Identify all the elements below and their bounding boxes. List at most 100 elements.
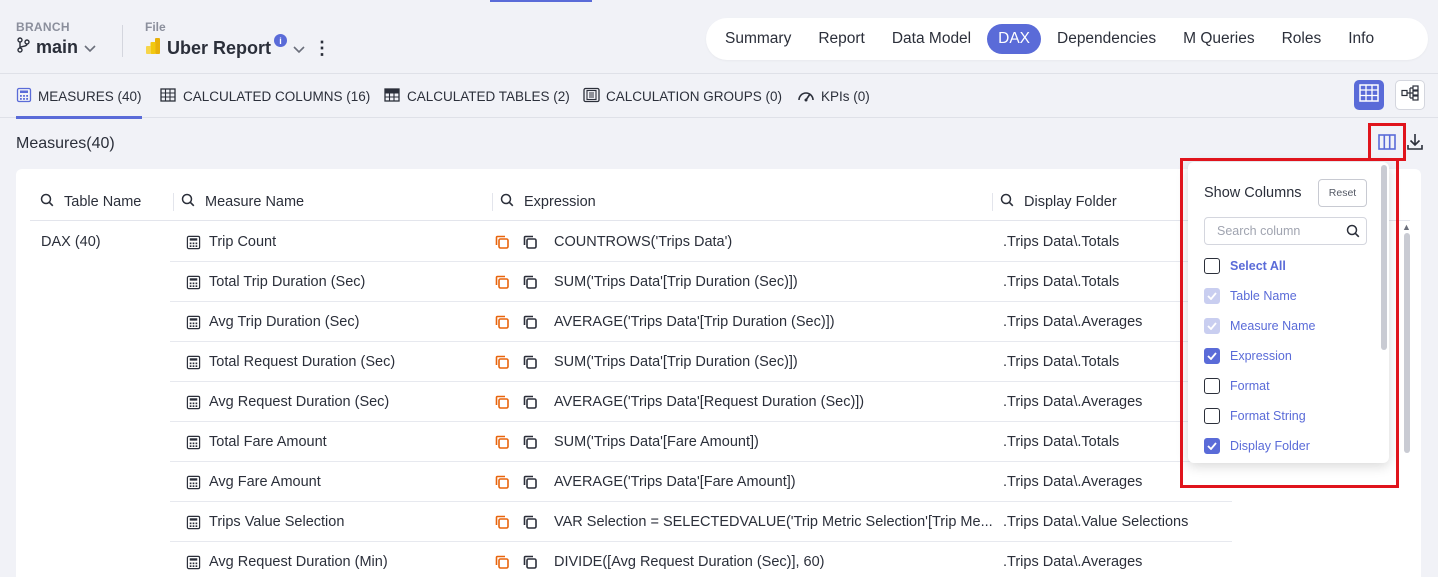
measure-name-cell: Total Request Duration (Sec) bbox=[186, 342, 395, 382]
search-icon[interactable] bbox=[1000, 193, 1014, 211]
nav-item-data-model[interactable]: Data Model bbox=[881, 24, 982, 54]
expression-cell: COUNTROWS('Trips Data') bbox=[554, 234, 733, 250]
tab-kpis[interactable]: KPIs (0) bbox=[797, 74, 870, 118]
dax-tabs-row: MEASURES (40) CALCULATED COLUMNS (16) CA… bbox=[0, 74, 1438, 119]
tree-view-button[interactable] bbox=[1395, 80, 1425, 110]
copy-icon[interactable] bbox=[520, 352, 540, 372]
expression-actions bbox=[492, 222, 540, 262]
measure-name-cell: Avg Request Duration (Min) bbox=[186, 542, 388, 577]
copy-formatted-icon[interactable] bbox=[492, 432, 512, 452]
copy-icon[interactable] bbox=[520, 392, 540, 412]
grid-view-button[interactable] bbox=[1354, 80, 1384, 110]
table-row[interactable]: Total Request Duration (Sec) SUM('Trips D… bbox=[170, 342, 1232, 382]
expression-cell: SUM('Trips Data'[Fare Amount]) bbox=[554, 434, 759, 450]
highlight-box-columns-button bbox=[1368, 123, 1406, 161]
copy-icon[interactable] bbox=[520, 552, 540, 572]
expression-actions bbox=[492, 542, 540, 577]
column-divider bbox=[992, 193, 993, 211]
nav-item-info[interactable]: Info bbox=[1337, 24, 1385, 54]
tab-label: CALCULATED TABLES (2) bbox=[407, 88, 570, 104]
calculator-icon bbox=[186, 395, 201, 410]
group-label: DAX (40) bbox=[41, 234, 101, 250]
copy-icon[interactable] bbox=[520, 432, 540, 452]
expression-actions bbox=[492, 302, 540, 342]
calculator-icon bbox=[186, 315, 201, 330]
table-icon bbox=[384, 87, 401, 106]
tab-calculated-tables[interactable]: CALCULATED TABLES (2) bbox=[384, 74, 570, 118]
nav-item-m-queries[interactable]: M Queries bbox=[1172, 24, 1266, 54]
copy-formatted-icon[interactable] bbox=[492, 552, 512, 572]
copy-formatted-icon[interactable] bbox=[492, 272, 512, 292]
copy-icon[interactable] bbox=[520, 472, 540, 492]
download-button[interactable] bbox=[1404, 131, 1426, 157]
search-icon[interactable] bbox=[500, 193, 514, 211]
copy-formatted-icon[interactable] bbox=[492, 352, 512, 372]
measure-name: Avg Request Duration (Sec) bbox=[209, 394, 390, 410]
table-row[interactable]: Avg Request Duration (Sec) AVERAGE('Trips… bbox=[170, 382, 1232, 422]
tab-label: MEASURES (40) bbox=[38, 88, 142, 104]
nav-item-dax[interactable]: DAX bbox=[987, 24, 1041, 54]
copy-icon[interactable] bbox=[520, 232, 540, 252]
copy-icon[interactable] bbox=[520, 272, 540, 292]
nav-item-roles[interactable]: Roles bbox=[1271, 24, 1333, 54]
table-row[interactable]: Total Fare Amount SUM('Trips Data'[Fare A… bbox=[170, 422, 1232, 462]
expression-actions bbox=[492, 422, 540, 462]
measure-name: Total Request Duration (Sec) bbox=[209, 354, 396, 370]
top-accent-line bbox=[490, 0, 592, 2]
column-divider bbox=[173, 193, 174, 211]
tab-calculated-columns[interactable]: CALCULATED COLUMNS (16) bbox=[160, 74, 370, 118]
branch-selector[interactable]: main bbox=[16, 37, 96, 58]
expression-cell: SUM('Trips Data'[Trip Duration (Sec)]) bbox=[554, 354, 798, 370]
column-header-label: Expression bbox=[524, 194, 596, 210]
scroll-up-arrow-icon[interactable]: ▲ bbox=[1402, 222, 1411, 232]
measure-name: Avg Request Duration (Min) bbox=[209, 554, 388, 570]
column-header-table-name[interactable]: Table Name bbox=[40, 183, 141, 221]
chevron-down-icon bbox=[84, 37, 96, 58]
table-row[interactable]: Total Trip Duration (Sec) SUM('Trips Data… bbox=[170, 262, 1232, 302]
table-row[interactable]: Avg Request Duration (Min) DIVIDE([Avg Re… bbox=[170, 542, 1232, 577]
highlight-box-popup bbox=[1180, 158, 1399, 488]
column-header-display-folder[interactable]: Display Folder bbox=[992, 183, 1117, 221]
expression-cell: VAR Selection = SELECTEDVALUE('Trip Metr… bbox=[554, 514, 993, 530]
copy-formatted-icon[interactable] bbox=[492, 472, 512, 492]
calculator-icon bbox=[186, 475, 201, 490]
info-badge-icon[interactable]: i bbox=[274, 34, 288, 47]
calculator-icon bbox=[16, 87, 32, 106]
expression-cell: AVERAGE('Trips Data'[Request Duration (S… bbox=[554, 394, 865, 410]
table-scrollbar[interactable] bbox=[1404, 233, 1410, 453]
column-header-measure-name[interactable]: Measure Name bbox=[173, 183, 305, 221]
expression-actions bbox=[492, 382, 540, 422]
search-icon[interactable] bbox=[40, 193, 54, 211]
column-divider bbox=[492, 193, 493, 211]
table-row[interactable]: Avg Trip Duration (Sec) AVERAGE('Trips Da… bbox=[170, 302, 1232, 342]
copy-formatted-icon[interactable] bbox=[492, 512, 512, 532]
column-header-label: Measure Name bbox=[205, 194, 305, 210]
measure-name-cell: Avg Request Duration (Sec) bbox=[186, 382, 389, 422]
expression-actions bbox=[492, 462, 540, 502]
copy-icon[interactable] bbox=[520, 512, 540, 532]
nav-item-summary[interactable]: Summary bbox=[714, 24, 802, 54]
copy-icon[interactable] bbox=[520, 312, 540, 332]
top-bar: BRANCH main File Uber Report i ⋮ Summary… bbox=[0, 0, 1438, 74]
search-icon[interactable] bbox=[181, 193, 195, 211]
copy-formatted-icon[interactable] bbox=[492, 232, 512, 252]
copy-formatted-icon[interactable] bbox=[492, 312, 512, 332]
scrollbar-thumb[interactable] bbox=[1404, 233, 1410, 453]
column-header-expression[interactable]: Expression bbox=[492, 183, 596, 221]
copy-formatted-icon[interactable] bbox=[492, 392, 512, 412]
branch-label: BRANCH bbox=[16, 20, 70, 34]
nav-item-report[interactable]: Report bbox=[807, 24, 876, 54]
tab-measures[interactable]: MEASURES (40) bbox=[16, 74, 142, 119]
tab-label: KPIs (0) bbox=[821, 88, 870, 104]
nav-item-dependencies[interactable]: Dependencies bbox=[1046, 24, 1167, 54]
git-branch-icon bbox=[16, 37, 30, 58]
measure-name: Trip Count bbox=[209, 234, 277, 250]
table-row[interactable]: Avg Fare Amount AVERAGE('Trips Data'[Fare… bbox=[170, 462, 1232, 502]
table-row[interactable]: Trips Value Selection VAR Selection = SEL… bbox=[170, 502, 1232, 542]
more-options-icon[interactable]: ⋮ bbox=[313, 38, 331, 59]
chevron-down-icon[interactable] bbox=[293, 38, 305, 59]
file-selector[interactable]: Uber Report i ⋮ bbox=[145, 34, 331, 60]
column-header-label: Table Name bbox=[64, 194, 142, 210]
tab-calculation-groups[interactable]: CALCULATION GROUPS (0) bbox=[583, 74, 782, 118]
table-row[interactable]: Trip Count COUNTROWS('Trips Data') .Trips … bbox=[170, 222, 1232, 262]
